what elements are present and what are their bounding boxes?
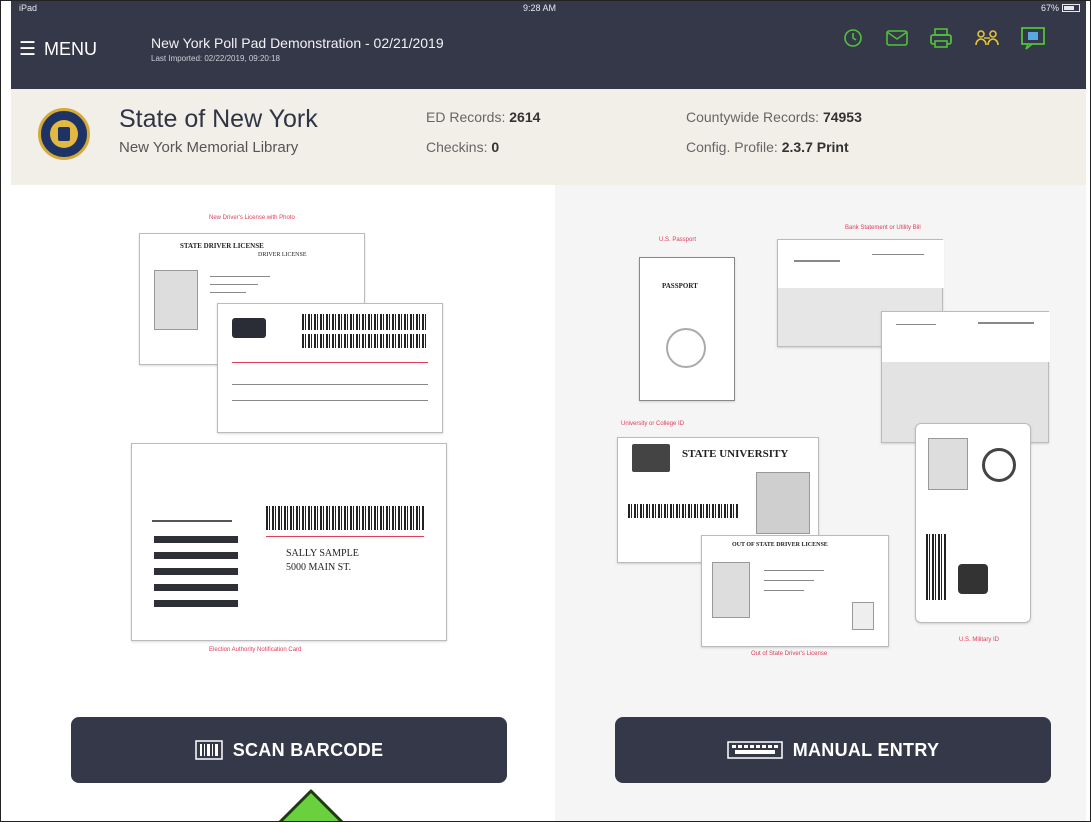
chat-icon[interactable] — [1019, 26, 1047, 50]
license-back-image — [217, 303, 443, 433]
scan-barcode-button[interactable]: SCAN BARCODE — [71, 717, 507, 783]
pointer-arrow-icon — [278, 789, 344, 821]
last-imported: Last Imported: 02/22/2019, 09:20:18 — [151, 54, 280, 63]
military-id-image — [915, 423, 1031, 623]
bank-statement-caption: Bank Statement or Utility Bill — [845, 225, 921, 231]
ed-records: ED Records: 2614 — [426, 109, 540, 125]
checkins-value: 0 — [491, 139, 500, 155]
university-id-caption: University or College ID — [621, 421, 685, 427]
config-profile: Config. Profile: 2.3.7 Print — [686, 139, 849, 155]
checkins-label: Checkins: — [426, 139, 488, 155]
page-title: New York Poll Pad Demonstration - 02/21/… — [151, 35, 444, 51]
license-title: STATE DRIVER LICENSE — [180, 242, 264, 250]
countywide-records: Countywide Records: 74953 — [686, 109, 862, 125]
battery-status: 67% — [1041, 3, 1080, 13]
history-icon[interactable] — [839, 26, 867, 50]
menu-label: MENU — [44, 39, 98, 59]
license-caption: New Driver's License with Photo — [209, 215, 295, 221]
license-photo — [154, 270, 198, 330]
ed-records-value: 2614 — [509, 109, 541, 125]
card-name: SALLY SAMPLE — [286, 548, 359, 559]
checkins: Checkins: 0 — [426, 139, 499, 155]
location-info-band: State of New York New York Memorial Libr… — [11, 89, 1086, 185]
passport-caption: U.S. Passport — [659, 237, 697, 243]
manual-entry-button[interactable]: MANUAL ENTRY — [615, 717, 1051, 783]
clock: 9:28 AM — [523, 3, 557, 13]
manual-entry-label: MANUAL ENTRY — [792, 739, 940, 760]
university-label: STATE UNIVERSITY — [682, 448, 789, 460]
printer-icon[interactable] — [927, 26, 955, 50]
military-id-caption: U.S. Military ID — [959, 637, 1000, 643]
state-name: State of New York — [119, 105, 318, 133]
ed-records-label: ED Records: — [426, 109, 506, 125]
out-of-state-caption: Out of State Driver's License — [751, 651, 828, 657]
menu-button[interactable]: ☰ MENU — [19, 39, 97, 60]
out-of-state-license-title: OUT OF STATE DRIVER LICENSE — [732, 542, 828, 548]
users-icon[interactable] — [973, 26, 1001, 50]
notification-card-image: SALLY SAMPLE 5000 MAIN ST. — [131, 443, 447, 641]
notification-card-caption: Election Authority Notification Card — [209, 647, 302, 653]
countywide-records-label: Countywide Records: — [686, 109, 820, 125]
hamburger-icon: ☰ — [19, 39, 37, 60]
state-seal-icon — [38, 108, 90, 160]
out-of-state-license-image: OUT OF STATE DRIVER LICENSE — [701, 535, 889, 647]
license-subtitle: DRIVER LICENSE — [258, 252, 307, 258]
countywide-records-value: 74953 — [822, 109, 862, 125]
message-icon[interactable] — [883, 26, 911, 50]
passport-label: PASSPORT — [662, 282, 698, 290]
poll-pad-screen: iPad 9:28 AM 67% ☰ MENU New York Poll Pa… — [0, 0, 1091, 822]
config-profile-label: Config. Profile: — [686, 139, 778, 155]
battery-percent: 67% — [1040, 3, 1059, 13]
battery-icon — [1062, 4, 1080, 12]
keyboard-icon — [726, 741, 783, 759]
scan-barcode-label: SCAN BARCODE — [232, 739, 384, 760]
barcode-icon — [194, 740, 223, 760]
config-profile-value: 2.3.7 Print — [781, 139, 849, 155]
app-header: iPad 9:28 AM 67% ☰ MENU New York Poll Pa… — [11, 1, 1086, 89]
passport-image: PASSPORT — [639, 257, 735, 401]
device-label: iPad — [19, 3, 38, 13]
polling-location: New York Memorial Library — [119, 139, 299, 156]
card-address: 5000 MAIN ST. — [286, 562, 352, 573]
